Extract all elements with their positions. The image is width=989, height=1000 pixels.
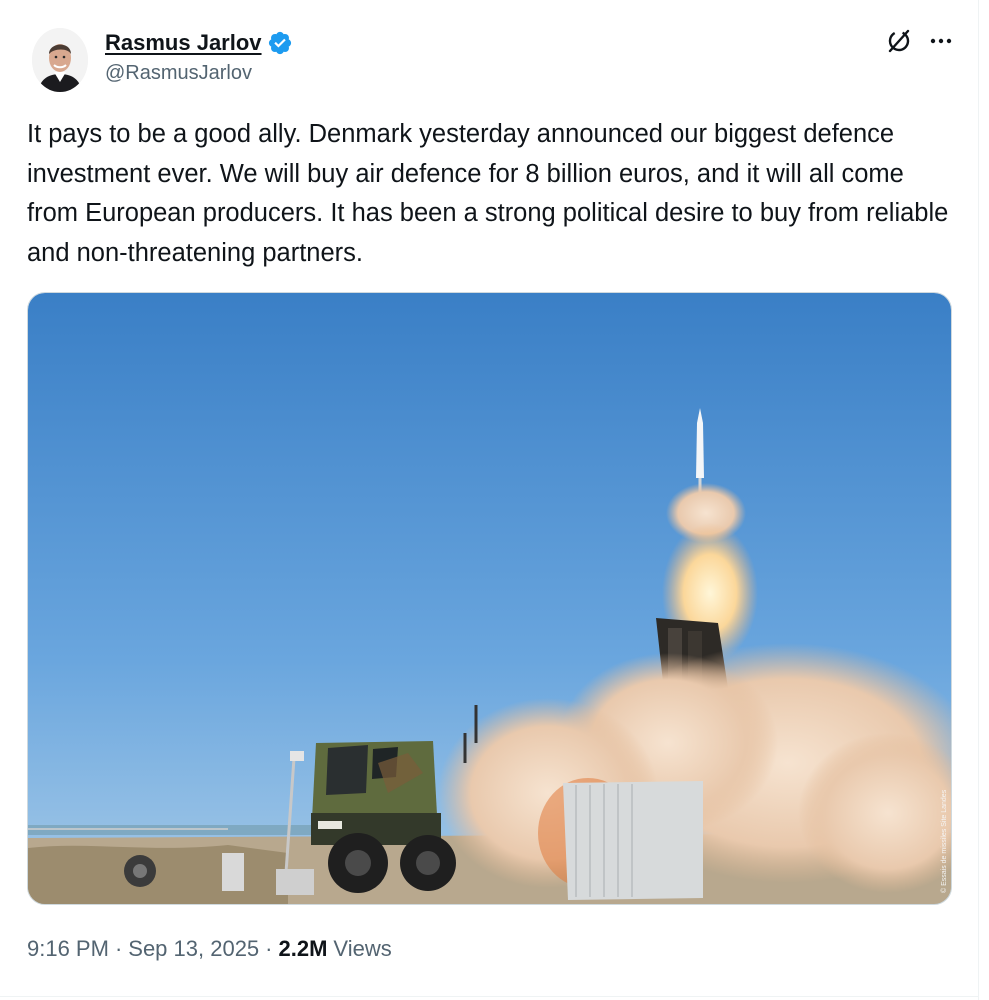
views-label: Views xyxy=(333,936,392,961)
tweet-date[interactable]: Sep 13, 2025 xyxy=(128,936,259,962)
separator-dot: · xyxy=(265,936,273,961)
photo-credit: © Essais de missiles Site Landes xyxy=(940,789,948,893)
tweet-meta: 9:16 PM · Sep 13, 2025 · 2.2M Views xyxy=(27,936,392,962)
bottom-border xyxy=(0,996,978,997)
header-actions xyxy=(886,28,954,54)
missile-launch-photo: © Essais de missiles Site Landes xyxy=(28,293,951,904)
author-display-name[interactable]: Rasmus Jarlov xyxy=(105,30,262,56)
more-options-icon[interactable] xyxy=(928,28,954,54)
avatar-image xyxy=(32,28,88,92)
tweet-time[interactable]: 9:16 PM xyxy=(27,936,109,962)
author-handle[interactable]: @RasmusJarlov xyxy=(105,62,293,85)
grok-icon[interactable] xyxy=(886,28,912,54)
separator-dot: · xyxy=(114,936,123,961)
tweet-media-image[interactable]: © Essais de missiles Site Landes xyxy=(27,292,952,905)
avatar[interactable] xyxy=(32,28,88,92)
verified-badge-icon[interactable] xyxy=(267,30,293,56)
views-count: 2.2M xyxy=(278,936,328,961)
name-row: Rasmus Jarlov xyxy=(105,28,293,58)
right-border xyxy=(978,0,979,1000)
tweet-text: It pays to be a good ally. Denmark yeste… xyxy=(27,120,949,267)
author-block: Rasmus Jarlov @RasmusJarlov xyxy=(105,28,293,85)
